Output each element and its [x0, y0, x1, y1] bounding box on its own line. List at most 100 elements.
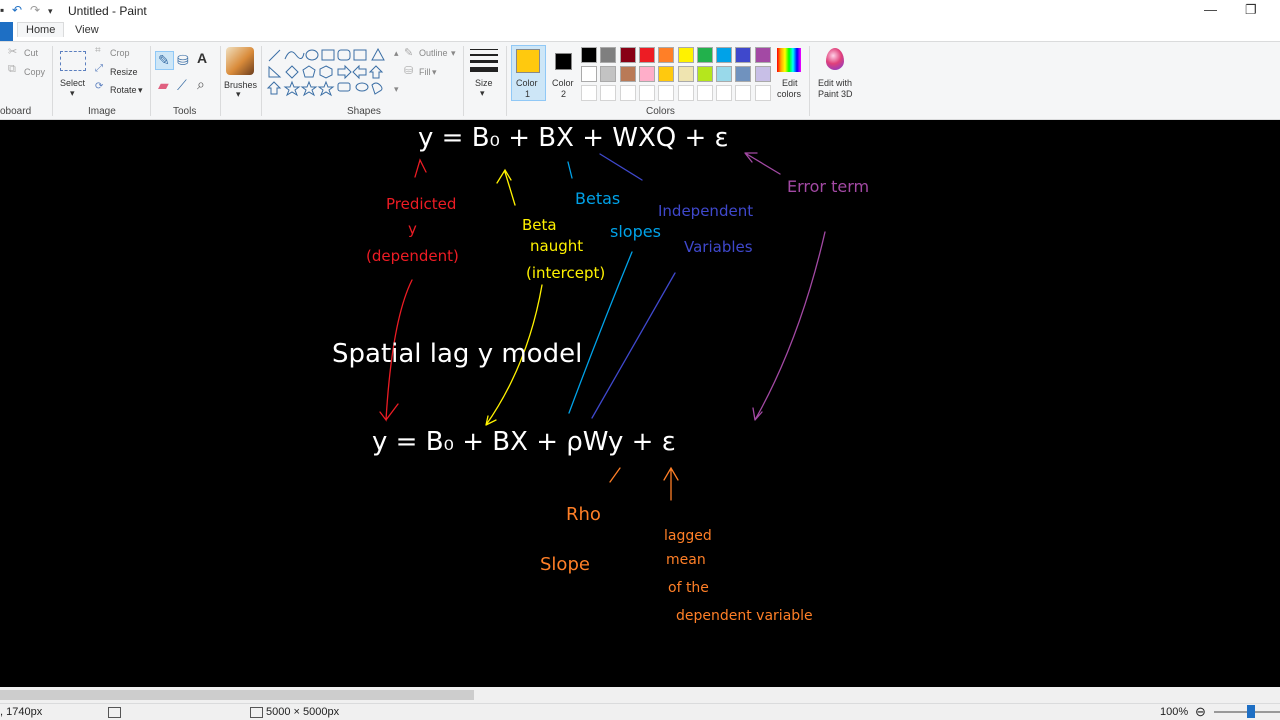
size-button[interactable]: Size: [475, 78, 493, 88]
scrollbar-thumb[interactable]: [0, 690, 474, 700]
zoom-slider-thumb[interactable]: [1247, 705, 1255, 718]
spatial-lag-title: Spatial lag y model: [332, 339, 582, 369]
custom-color-slot[interactable]: [619, 85, 636, 101]
label-beta: Beta: [522, 216, 557, 234]
palette-color-swatch[interactable]: [696, 66, 713, 82]
horizontal-scrollbar[interactable]: [0, 687, 1280, 703]
redo-icon[interactable]: ↷: [30, 3, 40, 17]
palette-color-swatch[interactable]: [658, 66, 675, 82]
custom-color-slot[interactable]: [735, 85, 752, 101]
resize-button[interactable]: Resize: [110, 67, 138, 77]
color-picker-icon[interactable]: ⟋: [177, 77, 187, 94]
palette-color-swatch[interactable]: [581, 66, 597, 82]
palette-color-swatch[interactable]: [600, 66, 617, 82]
paint3d-label[interactable]: Edit with: [818, 78, 852, 88]
palette-color-swatch[interactable]: [677, 66, 694, 82]
palette-color-swatch[interactable]: [658, 47, 675, 63]
palette-color-swatch[interactable]: [600, 47, 617, 63]
palette-color-swatch[interactable]: [638, 47, 655, 63]
palette-color-swatch[interactable]: [754, 47, 771, 63]
label-naught: naught: [530, 237, 583, 255]
label-dependent: (dependent): [366, 247, 459, 265]
select-button[interactable]: Select: [60, 78, 85, 88]
palette-color-swatch[interactable]: [619, 47, 636, 63]
divider: [463, 46, 464, 116]
divider: [52, 46, 53, 116]
select-dropdown-icon[interactable]: ▾: [70, 88, 75, 99]
color2-swatch[interactable]: [555, 53, 572, 70]
shapes-more-icon[interactable]: ▾: [394, 84, 399, 95]
restore-button[interactable]: ❐: [1245, 2, 1257, 18]
minimize-button[interactable]: —: [1204, 2, 1217, 17]
paint3d-icon[interactable]: [826, 48, 844, 70]
custom-color-slot[interactable]: [754, 85, 771, 101]
label-of-the: of the: [668, 580, 709, 596]
outline-dropdown-icon[interactable]: ▾: [451, 48, 456, 59]
palette-color-swatch[interactable]: [716, 66, 733, 82]
fill-button[interactable]: Fill: [419, 67, 431, 77]
window-title: Untitled - Paint: [68, 4, 147, 18]
custom-color-slot[interactable]: [716, 85, 733, 101]
arrow-beta-naught: [496, 168, 516, 206]
palette-color-swatch[interactable]: [619, 66, 636, 82]
palette-color-swatch[interactable]: [696, 47, 713, 63]
palette-color-swatch[interactable]: [581, 47, 597, 63]
color2-label[interactable]: Color: [552, 78, 574, 88]
fill-dropdown-icon[interactable]: ▾: [432, 67, 437, 78]
customize-quick-access-icon[interactable]: ▾: [48, 6, 53, 17]
text-icon[interactable]: A: [197, 50, 207, 66]
eraser-icon[interactable]: ▰: [158, 77, 169, 94]
tab-home[interactable]: Home: [17, 22, 65, 37]
pointer-independent: [599, 153, 643, 181]
select-icon[interactable]: [60, 51, 86, 71]
palette-color-swatch[interactable]: [735, 66, 752, 82]
file-tab[interactable]: [0, 22, 13, 41]
equation-spatial-lag: y = B₀ + BX + ρWy + ε: [372, 427, 676, 457]
undo-icon[interactable]: ↶: [12, 3, 22, 17]
divider: [150, 46, 151, 116]
palette-color-swatch[interactable]: [754, 66, 771, 82]
cut-icon: ✂: [8, 46, 18, 58]
fill-icon[interactable]: ⛁: [177, 52, 189, 69]
custom-color-slot[interactable]: [696, 85, 713, 101]
palette-color-swatch[interactable]: [638, 66, 655, 82]
edit-colors-label[interactable]: Edit: [782, 78, 798, 88]
magnifier-icon[interactable]: ⌕: [197, 76, 205, 93]
rotate-button[interactable]: Rotate: [110, 85, 137, 95]
palette-color-swatch[interactable]: [677, 47, 694, 63]
outline-button[interactable]: Outline: [419, 48, 448, 58]
arrow-error-term: [744, 152, 781, 175]
brushes-icon[interactable]: [226, 47, 254, 75]
custom-color-slot[interactable]: [677, 85, 694, 101]
size-icon[interactable]: [470, 49, 498, 72]
zoom-level: 100%: [1160, 706, 1189, 718]
drawing-canvas[interactable]: y = B₀ + BX + WXQ + ε Spatial lag y mode…: [0, 120, 1280, 687]
custom-color-slot[interactable]: [658, 85, 675, 101]
label-slopes: slopes: [610, 222, 661, 241]
label-y: y: [408, 220, 417, 238]
tab-view[interactable]: View: [75, 24, 99, 36]
cut-button[interactable]: Cut: [24, 48, 38, 58]
shapes-gallery[interactable]: [266, 47, 394, 99]
custom-color-slot[interactable]: [581, 85, 597, 101]
custom-color-slot[interactable]: [600, 85, 617, 101]
rotate-dropdown-icon[interactable]: ▾: [138, 85, 143, 96]
copy-button[interactable]: Copy: [24, 67, 45, 77]
zoom-out-icon[interactable]: ⊖: [1195, 704, 1206, 720]
color1-label: Color: [516, 78, 538, 88]
label-error-term: Error term: [787, 177, 869, 196]
custom-color-slot[interactable]: [638, 85, 655, 101]
canvas-size: 5000 × 5000px: [266, 706, 340, 718]
label-independent: Independent: [658, 202, 753, 220]
shapes-scroll-up-icon[interactable]: ▴: [394, 48, 399, 59]
label-mean: mean: [666, 552, 706, 568]
colors-group-label: Colors: [646, 106, 675, 117]
arrow-lagged: [663, 466, 679, 501]
crop-button[interactable]: Crop: [110, 48, 130, 58]
palette-color-swatch[interactable]: [735, 47, 752, 63]
size-dropdown-icon[interactable]: ▾: [480, 88, 485, 99]
save-icon[interactable]: ▪: [0, 3, 4, 17]
edit-colors-icon[interactable]: [777, 48, 801, 72]
brushes-dropdown-icon[interactable]: ▾: [236, 89, 241, 100]
palette-color-swatch[interactable]: [716, 47, 733, 63]
